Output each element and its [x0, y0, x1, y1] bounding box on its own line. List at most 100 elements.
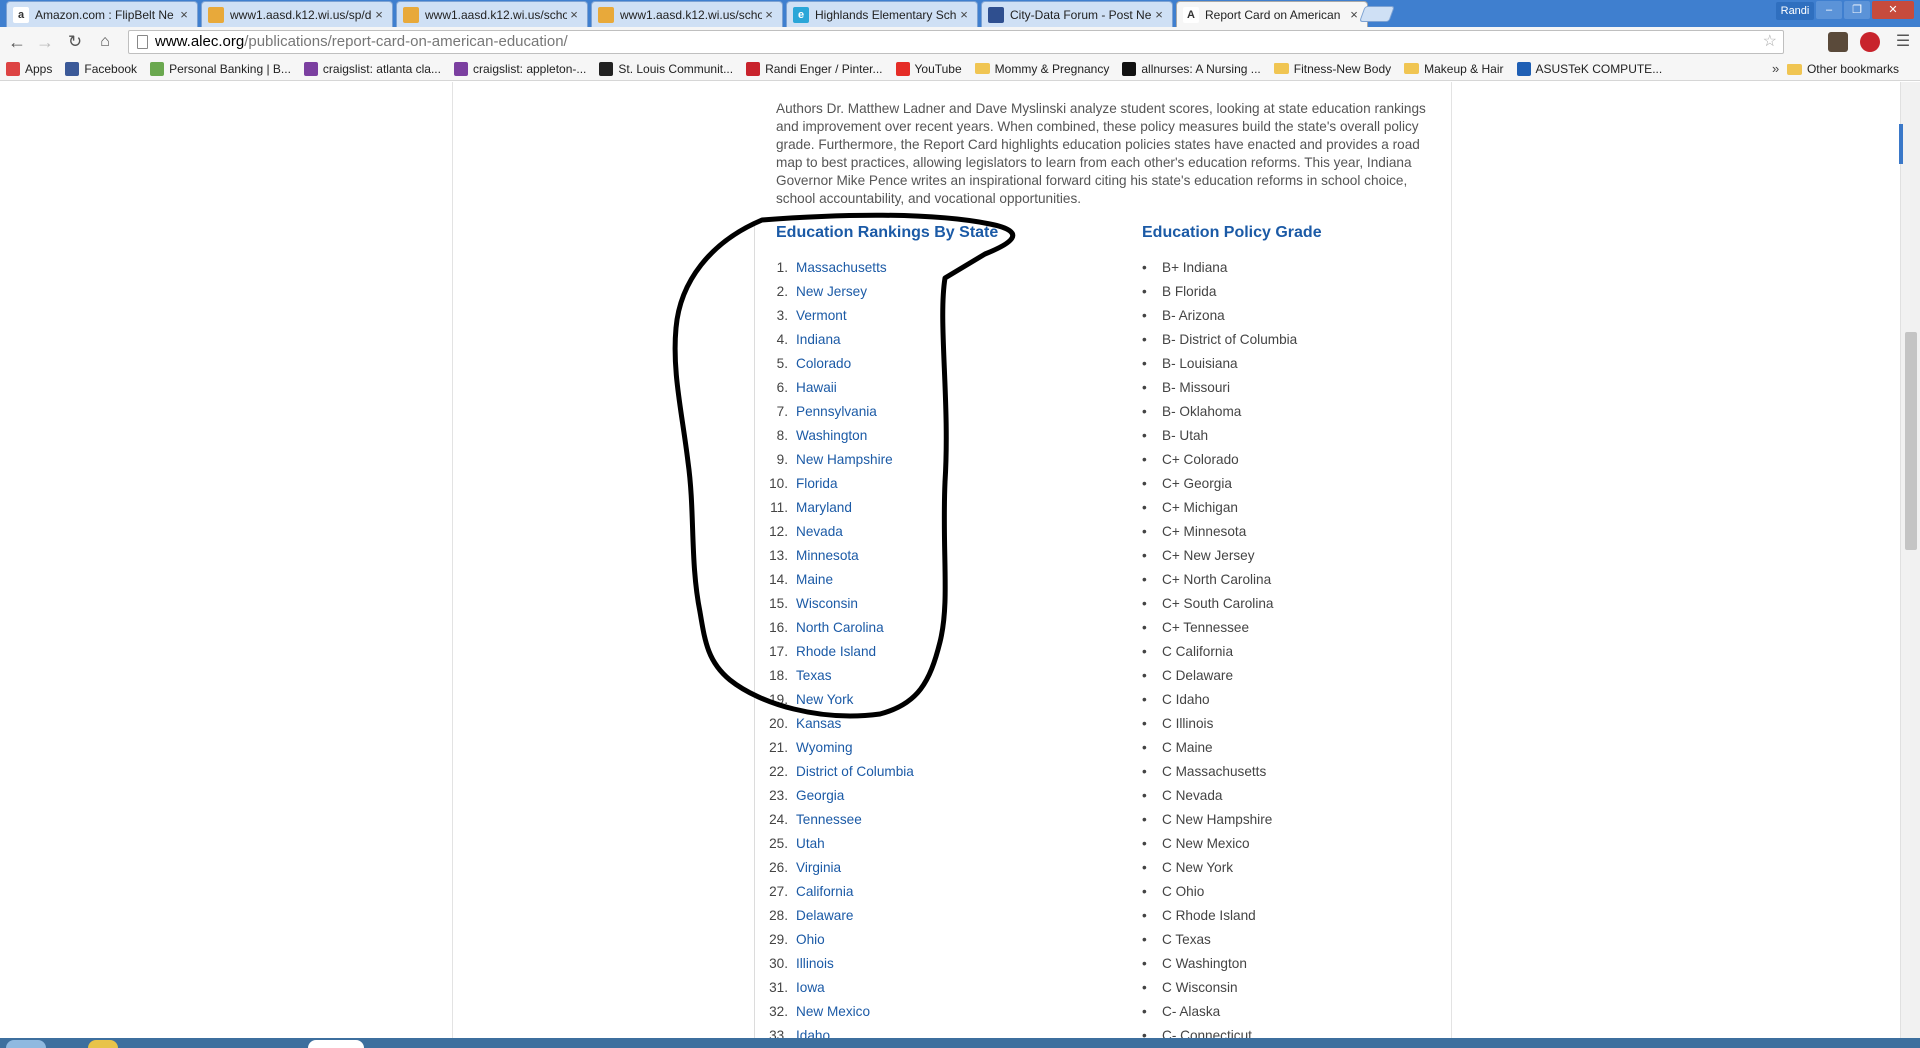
browser-tab[interactable]: A Report Card on American ×: [1176, 1, 1368, 27]
scroll-position-marker: [1899, 124, 1903, 164]
home-icon[interactable]: ⌂: [94, 31, 116, 53]
bullet-icon: •: [1142, 860, 1147, 875]
vertical-scrollbar[interactable]: [1899, 82, 1920, 1038]
state-link[interactable]: Massachusetts: [796, 256, 887, 280]
state-link[interactable]: Texas: [796, 664, 832, 688]
close-tab-icon[interactable]: ×: [567, 7, 581, 22]
bookmark-item[interactable]: St. Louis Communit...: [599, 61, 733, 76]
grade-item: • C Rhode Island: [1142, 904, 1297, 928]
ranking-item: 25. Utah: [756, 832, 914, 856]
close-window-icon[interactable]: ✕: [1872, 1, 1914, 19]
state-link[interactable]: Maryland: [796, 496, 852, 520]
state-link[interactable]: Florida: [796, 472, 838, 496]
state-link[interactable]: North Carolina: [796, 616, 884, 640]
bullet-icon: •: [1142, 764, 1147, 779]
bookmark-item[interactable]: allnurses: A Nursing ...: [1122, 61, 1261, 76]
state-link[interactable]: Idaho: [796, 1024, 830, 1038]
bookmark-item[interactable]: craigslist: appleton-...: [453, 61, 586, 76]
browser-tab[interactable]: a Amazon.com : FlipBelt Ne ×: [6, 1, 198, 27]
browser-tab[interactable]: www1.aasd.k12.wi.us/scho ×: [396, 1, 588, 27]
state-link[interactable]: Nevada: [796, 520, 843, 544]
ranking-item: 16. North Carolina: [756, 616, 914, 640]
browser-tab[interactable]: City-Data Forum - Post Ne ×: [981, 1, 1173, 27]
state-link[interactable]: Delaware: [796, 904, 853, 928]
state-link[interactable]: Wyoming: [796, 736, 853, 760]
close-tab-icon[interactable]: ×: [1152, 7, 1166, 22]
state-link[interactable]: Vermont: [796, 304, 847, 328]
reload-icon[interactable]: ↻: [64, 31, 86, 53]
bookmarks-overflow-chevron[interactable]: »: [1772, 61, 1779, 76]
browser-tab[interactable]: e Highlands Elementary Sch ×: [786, 1, 978, 27]
state-link[interactable]: Georgia: [796, 784, 844, 808]
address-bar[interactable]: www.alec.org/publications/report-card-on…: [128, 30, 1784, 54]
state-link[interactable]: Minnesota: [796, 544, 859, 568]
state-link[interactable]: New Jersey: [796, 280, 867, 304]
scrollbar-thumb[interactable]: [1905, 332, 1917, 550]
state-link[interactable]: New Hampshire: [796, 448, 893, 472]
rank-number: 22.: [769, 764, 788, 779]
grade-item: • C+ Georgia: [1142, 472, 1297, 496]
new-tab-button[interactable]: [1359, 6, 1395, 22]
browser-tab[interactable]: www1.aasd.k12.wi.us/sp/d ×: [201, 1, 393, 27]
bookmark-star-icon[interactable]: ☆: [1763, 31, 1777, 53]
bullet-icon: •: [1142, 884, 1147, 899]
taskbar-chrome[interactable]: [308, 1040, 364, 1048]
bookmark-item[interactable]: craigslist: atlanta cla...: [303, 61, 441, 76]
bookmark-item[interactable]: Randi Enger / Pinter...: [746, 61, 883, 76]
state-link[interactable]: Ohio: [796, 928, 825, 952]
start-button[interactable]: [6, 1040, 46, 1048]
state-link[interactable]: Kansas: [796, 712, 841, 736]
state-link[interactable]: California: [796, 880, 853, 904]
state-link[interactable]: Pennsylvania: [796, 400, 877, 424]
restore-icon[interactable]: ❐: [1844, 1, 1870, 19]
profile-button[interactable]: Randi: [1776, 2, 1814, 20]
minimize-icon[interactable]: –: [1816, 1, 1842, 19]
bookmark-item[interactable]: Fitness-New Body: [1273, 62, 1391, 76]
state-link[interactable]: Rhode Island: [796, 640, 876, 664]
state-link[interactable]: Illinois: [796, 952, 834, 976]
rank-number: 24.: [769, 812, 788, 827]
pinterest-extension-icon[interactable]: [1860, 32, 1880, 52]
close-tab-icon[interactable]: ×: [762, 7, 776, 22]
bookmark-item[interactable]: Makeup & Hair: [1404, 62, 1504, 76]
grade-text: C Texas: [1162, 932, 1211, 947]
state-link[interactable]: New York: [796, 688, 853, 712]
close-tab-icon[interactable]: ×: [372, 7, 386, 22]
forward-arrow-icon[interactable]: →: [34, 31, 56, 53]
grade-text: C Ohio: [1162, 884, 1205, 899]
state-link[interactable]: New Mexico: [796, 1000, 870, 1024]
state-link[interactable]: Virginia: [796, 856, 841, 880]
state-link[interactable]: Washington: [796, 424, 867, 448]
state-link[interactable]: Colorado: [796, 352, 851, 376]
instagram-extension-icon[interactable]: [1828, 32, 1848, 52]
browser-tab[interactable]: www1.aasd.k12.wi.us/scho ×: [591, 1, 783, 27]
bookmark-item[interactable]: Personal Banking | B...: [150, 61, 291, 76]
apps-grid-icon: [6, 61, 20, 76]
state-link[interactable]: Indiana: [796, 328, 841, 352]
state-link[interactable]: Wisconsin: [796, 592, 858, 616]
state-link[interactable]: Hawaii: [796, 376, 837, 400]
state-link[interactable]: Utah: [796, 832, 825, 856]
state-link[interactable]: Tennessee: [796, 808, 862, 832]
bookmark-item[interactable]: Facebook: [65, 61, 137, 76]
grade-text: C- Connecticut: [1162, 1028, 1252, 1038]
bookmark-item[interactable]: Apps: [6, 61, 52, 76]
menu-icon[interactable]: ☰: [1892, 31, 1914, 53]
grade-item: • B- Louisiana: [1142, 352, 1297, 376]
state-link[interactable]: District of Columbia: [796, 760, 914, 784]
taskbar-app[interactable]: [88, 1040, 118, 1048]
ranking-item: 5. Colorado: [756, 352, 914, 376]
close-tab-icon[interactable]: ×: [177, 7, 191, 22]
state-link[interactable]: Iowa: [796, 976, 825, 1000]
grade-item: • C+ Tennessee: [1142, 616, 1297, 640]
bookmark-item[interactable]: Mommy & Pregnancy: [974, 62, 1109, 76]
other-bookmarks[interactable]: Other bookmarks: [1786, 57, 1899, 81]
bookmark-item[interactable]: ASUSTeK COMPUTE...: [1516, 61, 1662, 76]
back-arrow-icon[interactable]: ←: [6, 31, 28, 53]
grade-item: • B- District of Columbia: [1142, 328, 1297, 352]
rank-number: 2.: [776, 284, 788, 299]
bookmark-item[interactable]: YouTube: [895, 61, 962, 76]
grade-item: • C New Mexico: [1142, 832, 1297, 856]
close-tab-icon[interactable]: ×: [957, 7, 971, 22]
state-link[interactable]: Maine: [796, 568, 833, 592]
